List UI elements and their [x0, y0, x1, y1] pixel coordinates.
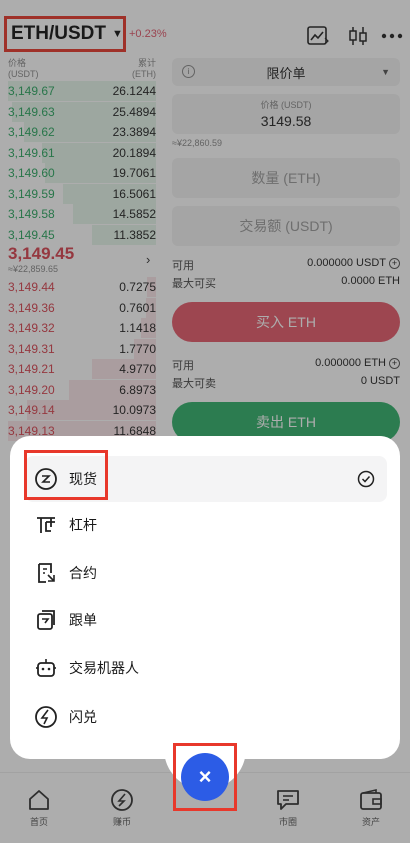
menu-item-bot[interactable]: 交易机器人 [25, 645, 387, 691]
trading-screen: ETH/USDT ▼ +0.23% 价格 (USDT) 累计 (ETH) 3,1… [0, 0, 410, 843]
menu-item-label: 合约 [69, 565, 97, 581]
contract-icon [33, 560, 59, 586]
menu-item-margin[interactable]: 杠杆 [25, 502, 387, 548]
menu-item-flash-swap[interactable]: 闪兑 [25, 694, 387, 740]
menu-item-label: 杠杆 [69, 517, 97, 533]
flash-swap-icon [33, 704, 59, 730]
menu-item-label: 交易机器人 [69, 660, 139, 676]
menu-item-contract[interactable]: 合约 [25, 550, 387, 596]
menu-item-copy-trade[interactable]: 跟单 [25, 597, 387, 643]
menu-item-label: 跟单 [69, 612, 97, 628]
spot-highlight [24, 450, 108, 500]
bot-icon [33, 655, 59, 681]
close-button-highlight [173, 743, 237, 811]
margin-icon [33, 512, 59, 538]
menu-item-label: 闪兑 [69, 709, 97, 725]
copy-trade-icon [33, 607, 59, 633]
check-circle-icon [357, 470, 375, 493]
